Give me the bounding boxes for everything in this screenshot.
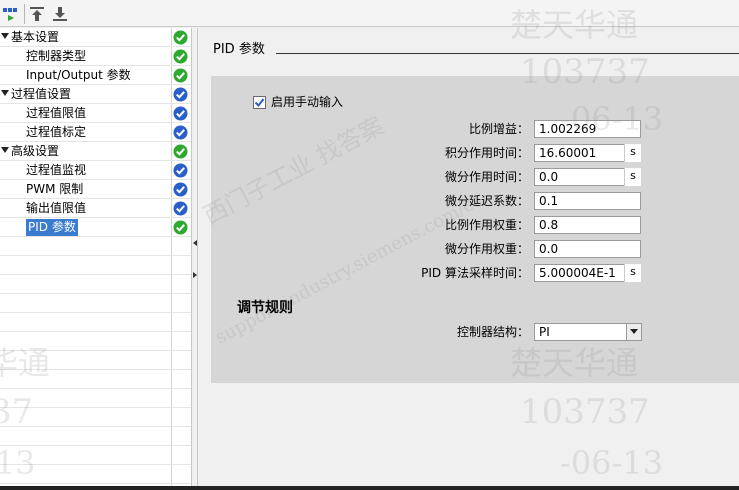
tree-item[interactable]: 过程值标定 bbox=[0, 123, 191, 142]
param-input[interactable]: 0.0 bbox=[534, 240, 641, 258]
panel-splitter[interactable] bbox=[191, 28, 198, 486]
tree-item[interactable]: 输出值限值 bbox=[0, 199, 191, 218]
status-ok-icon bbox=[173, 144, 188, 159]
move-down-icon[interactable] bbox=[52, 6, 68, 22]
collapse-left-icon[interactable] bbox=[193, 240, 197, 246]
main-content: PID 参数 启用手动输入 调节规则 控制器结构： PI 比例增益： 1.0022… bbox=[199, 28, 739, 486]
param-value: 0.0 bbox=[539, 170, 559, 184]
section-divider bbox=[276, 53, 739, 54]
move-up-icon[interactable] bbox=[29, 6, 45, 22]
tree-empty-row bbox=[0, 237, 191, 256]
tree-item[interactable]: 过程值限值 bbox=[0, 104, 191, 123]
expand-arrow-icon[interactable] bbox=[1, 33, 9, 39]
expand-arrow-icon[interactable] bbox=[1, 147, 9, 153]
chevron-down-icon[interactable] bbox=[626, 324, 641, 340]
tree-empty-row bbox=[0, 294, 191, 313]
param-input[interactable]: 0.8 bbox=[534, 216, 641, 234]
param-value: 0.8 bbox=[539, 218, 559, 232]
tree-empty-row bbox=[0, 446, 191, 465]
status-default-icon bbox=[173, 182, 188, 197]
tree-empty-row bbox=[0, 256, 191, 275]
param-unit: s bbox=[624, 168, 641, 186]
status-ok-icon bbox=[173, 30, 188, 45]
status-default-icon bbox=[173, 163, 188, 178]
pid-params-panel: 启用手动输入 调节规则 控制器结构： PI 比例增益： 1.002269 积分作用时… bbox=[211, 76, 739, 383]
tree-item-label: 输出值限值 bbox=[26, 201, 87, 215]
tree-empty-row bbox=[0, 370, 191, 389]
controller-structure-value: PI bbox=[539, 325, 550, 339]
status-ok-icon bbox=[173, 68, 188, 83]
status-default-icon bbox=[173, 125, 188, 140]
checkmark-icon bbox=[254, 98, 265, 108]
pid-config-window: 基本设置控制器类型 Input/Output 参数过程值设置过程值限值过程值标定高… bbox=[0, 0, 739, 490]
tree-item-label: 基本设置 bbox=[11, 30, 60, 44]
status-default-icon bbox=[173, 87, 188, 102]
section-title: PID 参数 bbox=[213, 42, 265, 57]
tree-item-label: 过程值限值 bbox=[26, 106, 87, 120]
tree-empty-row bbox=[0, 332, 191, 351]
controller-structure-select[interactable]: PI bbox=[534, 323, 642, 341]
param-value: 1.002269 bbox=[539, 122, 597, 136]
tree-item[interactable]: 基本设置 bbox=[0, 28, 191, 47]
tree-item[interactable]: PWM 限制 bbox=[0, 180, 191, 199]
param-label: 积分作用时间： bbox=[444, 146, 529, 160]
tree-item-label: 控制器类型 bbox=[26, 49, 87, 63]
tree-empty-row bbox=[0, 465, 191, 484]
tree-item-label: PWM 限制 bbox=[26, 182, 84, 196]
controller-structure-label: 控制器结构： bbox=[456, 325, 529, 339]
view-toggle-icon[interactable] bbox=[2, 6, 18, 22]
param-value: 5.000004E-1 bbox=[539, 266, 616, 280]
status-ok-icon bbox=[173, 49, 188, 64]
tree-item-label: Input/Output 参数 bbox=[26, 68, 131, 82]
tree-empty-row bbox=[0, 313, 191, 332]
tree-item-label: PID 参数 bbox=[26, 219, 78, 236]
param-label: 比例增益： bbox=[468, 122, 529, 136]
tree-empty-row bbox=[0, 427, 191, 446]
tree-item-label: 过程值标定 bbox=[26, 125, 87, 139]
param-value: 0.0 bbox=[539, 242, 559, 256]
manual-entry-label: 启用手动输入 bbox=[271, 95, 344, 109]
tree-item[interactable]: Input/Output 参数 bbox=[0, 66, 191, 85]
status-default-icon bbox=[173, 201, 188, 216]
tree-empty-row bbox=[0, 408, 191, 427]
param-value: 0.1 bbox=[539, 194, 559, 208]
tree-item[interactable]: PID 参数 bbox=[0, 218, 191, 237]
param-value: 16.60001 bbox=[539, 146, 597, 160]
param-input[interactable]: 0.1 bbox=[534, 192, 641, 210]
tree-item-label: 过程值设置 bbox=[11, 87, 72, 101]
param-input[interactable]: 1.002269 bbox=[534, 120, 641, 138]
tree-item[interactable]: 过程值设置 bbox=[0, 85, 191, 104]
tree-empty-row bbox=[0, 275, 191, 294]
expand-arrow-icon[interactable] bbox=[1, 90, 9, 96]
tree-item[interactable]: 高级设置 bbox=[0, 142, 191, 161]
tree-item-label: 高级设置 bbox=[11, 144, 60, 158]
param-label: 比例作用权重： bbox=[444, 218, 529, 232]
tuning-rules-title: 调节规则 bbox=[237, 300, 293, 316]
param-unit: s bbox=[624, 144, 641, 162]
status-ok-icon bbox=[173, 220, 188, 235]
toolbar-separator bbox=[24, 4, 25, 24]
tree-empty-row bbox=[0, 351, 191, 370]
manual-entry-checkbox[interactable] bbox=[253, 96, 266, 109]
tree-item[interactable]: 过程值监视 bbox=[0, 161, 191, 180]
param-label: PID 算法采样时间： bbox=[421, 266, 529, 280]
param-label: 微分作用权重： bbox=[444, 242, 529, 256]
tree-empty-row bbox=[0, 389, 191, 408]
status-default-icon bbox=[173, 106, 188, 121]
param-label: 微分作用时间： bbox=[444, 170, 529, 184]
param-label: 微分延迟系数： bbox=[444, 194, 529, 208]
settings-tree: 基本设置控制器类型 Input/Output 参数过程值设置过程值限值过程值标定高… bbox=[0, 28, 191, 486]
expand-right-icon[interactable] bbox=[193, 272, 197, 278]
toolbar bbox=[0, 0, 739, 27]
tree-item[interactable]: 控制器类型 bbox=[0, 47, 191, 66]
bottom-border bbox=[0, 486, 739, 490]
tree-item-label: 过程值监视 bbox=[26, 163, 87, 177]
param-unit: s bbox=[624, 264, 641, 282]
